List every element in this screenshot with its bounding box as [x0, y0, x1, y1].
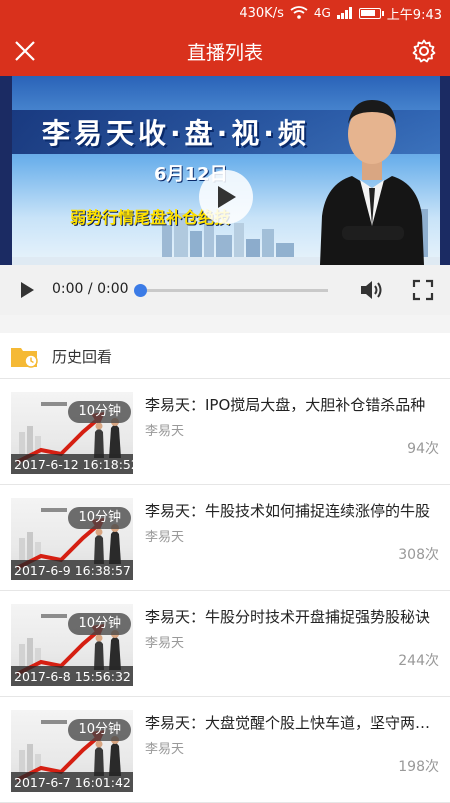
item-author: 李易天: [145, 742, 185, 757]
page-title: 直播列表: [186, 41, 263, 64]
play-pause-button[interactable]: [16, 279, 38, 301]
item-views: 94次: [407, 441, 439, 457]
history-label: 历史回看: [52, 348, 113, 366]
timestamp: 2017-6-9 16:38:57: [14, 563, 131, 578]
history-item[interactable]: 10分钟 2017-6-8 15:56:32 李易天：牛股分时技术开盘捕捉强势股…: [0, 592, 450, 697]
network-type: 4G: [313, 6, 331, 20]
history-item[interactable]: 10分钟 2017-6-7 16:01:42 李易天：大盘觉醒个股上快车道，坚守…: [0, 698, 450, 803]
total-time: 0:00: [97, 281, 129, 297]
thumbnail-logo: [41, 720, 67, 724]
item-title: 李易天：牛股技术如何捕捉连续涨停的牛股: [145, 502, 431, 520]
signal-icon: [336, 7, 352, 19]
duration-badge: 10分钟: [68, 507, 131, 529]
item-views: 244次: [398, 653, 439, 669]
video-frame: 李易天收·盘·视·频 6月12日 弱势行情尾盘补仓绝技: [12, 76, 440, 265]
video-thumbnail: 10分钟 2017-6-12 16:18:52: [11, 392, 133, 474]
history-item[interactable]: 10分钟 2017-6-9 16:38:57 李易天：牛股技术如何捕捉连续涨停的…: [0, 486, 450, 591]
video-title: 李易天收·盘·视·频: [42, 117, 310, 150]
thumbnail-logo: [41, 614, 67, 618]
section-divider: [0, 315, 450, 333]
status-bar: 430K/s 4G 上午9:43: [0, 0, 450, 26]
video-thumbnail: 10分钟 2017-6-9 16:38:57: [11, 498, 133, 580]
network-speed: 430K/s: [239, 5, 284, 21]
current-time: 0:00: [52, 281, 84, 297]
video-controls: 0:00 / 0:00: [0, 265, 450, 315]
item-author: 李易天: [145, 636, 185, 651]
video-player[interactable]: 李易天收·盘·视·频 6月12日 弱势行情尾盘补仓绝技: [0, 76, 450, 265]
battery-level: [360, 9, 375, 16]
fullscreen-button[interactable]: [412, 279, 434, 301]
duration-badge: 10分钟: [68, 401, 131, 423]
app-header: 直播列表: [0, 26, 450, 76]
item-author: 李易天: [145, 530, 185, 545]
history-section-header: 历史回看: [0, 333, 450, 379]
seek-bar[interactable]: [134, 284, 328, 297]
duration-badge: 10分钟: [68, 613, 131, 635]
close-icon: [15, 41, 35, 61]
wifi-icon: [290, 6, 308, 19]
presenter-image: [320, 100, 424, 265]
video-thumbnail: 10分钟 2017-6-7 16:01:42: [11, 710, 133, 792]
duration-badge: 10分钟: [68, 719, 131, 741]
item-views: 198次: [398, 759, 439, 775]
history-item[interactable]: 10分钟 2017-6-12 16:18:52 李易天：IPO搅局大盘，大胆补仓…: [0, 380, 450, 485]
close-button[interactable]: [8, 34, 42, 68]
settings-button[interactable]: [408, 35, 440, 67]
item-title: 李易天：大盘觉醒个股上快车道，坚守两…: [145, 714, 431, 732]
play-icon: [218, 186, 236, 208]
volume-button[interactable]: [359, 278, 385, 302]
item-author: 李易天: [145, 424, 185, 439]
item-title: 李易天：IPO搅局大盘，大胆补仓错杀品种: [145, 396, 426, 414]
timestamp: 2017-6-8 15:56:32: [14, 669, 131, 684]
seek-handle[interactable]: [134, 284, 147, 297]
timestamp: 2017-6-7 16:01:42: [14, 775, 131, 790]
video-thumbnail: 10分钟 2017-6-8 15:56:32: [11, 604, 133, 686]
video-play-button[interactable]: [199, 170, 253, 224]
time-separator: /: [83, 281, 98, 297]
history-icon: [11, 348, 38, 368]
playback-time: 0:00 / 0:00: [52, 281, 129, 297]
thumbnail-logo: [41, 508, 67, 512]
timestamp: 2017-6-12 16:18:52: [14, 457, 133, 472]
battery-icon: [358, 7, 384, 19]
thumbnail-logo: [41, 402, 67, 406]
clock: 上午9:43: [386, 7, 442, 23]
item-views: 308次: [398, 547, 439, 563]
item-title: 李易天：牛股分时技术开盘捕捉强势股秘诀: [145, 608, 431, 626]
gear-icon: [412, 39, 436, 63]
